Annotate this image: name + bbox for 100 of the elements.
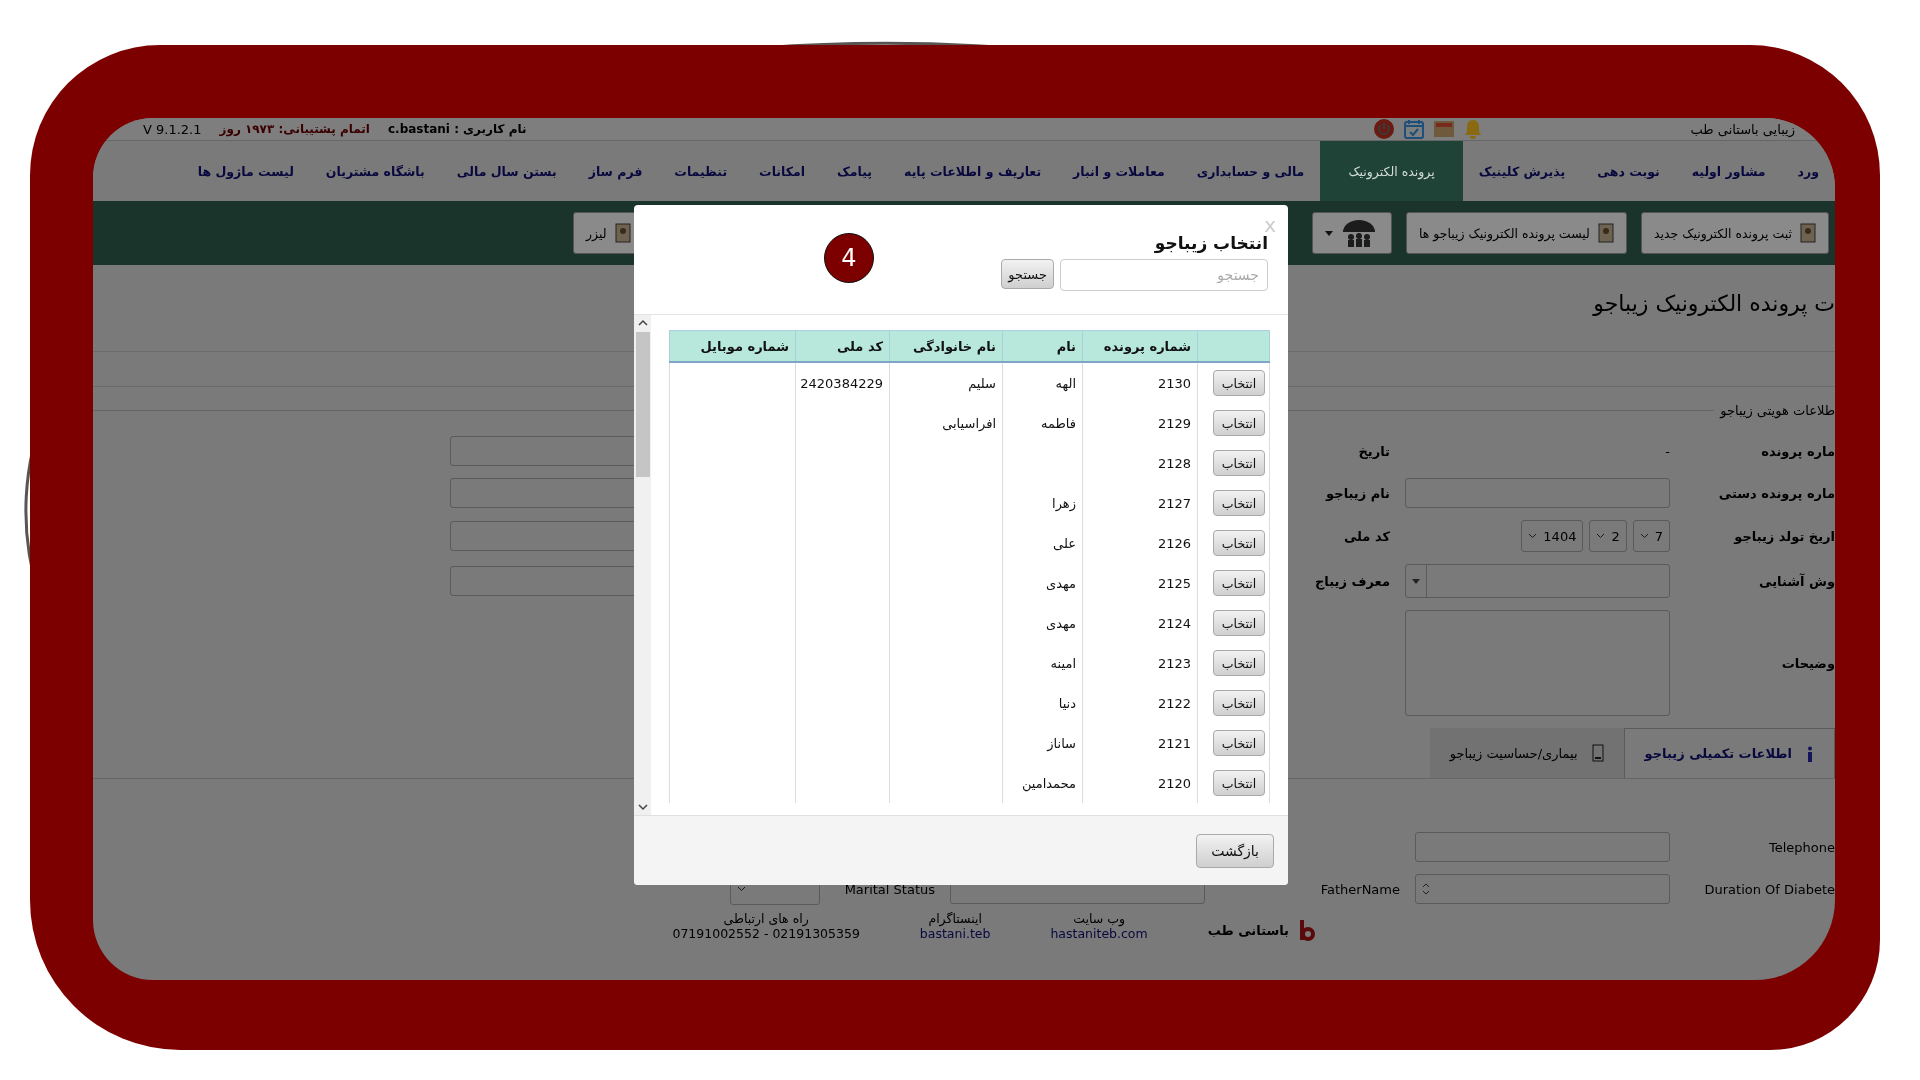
- chevron-down-icon: [1528, 533, 1538, 539]
- date-dropdown[interactable]: 7: [1632, 520, 1670, 552]
- phone-numbers: 07191002552 - 02191305359: [672, 926, 860, 941]
- nav-tab[interactable]: پذیرش کلینیک: [1462, 141, 1582, 201]
- date-dropdown[interactable]: 2: [1589, 520, 1627, 552]
- scroll-thumb[interactable]: [635, 332, 650, 477]
- table-cell: 2120: [1157, 775, 1191, 791]
- select-button[interactable]: انتخاب: [1213, 770, 1265, 796]
- footer-link[interactable]: hastaniteb.com: [1050, 926, 1148, 941]
- clinic-name: زیبایی باستانی طب: [1690, 121, 1795, 137]
- table-cell: امینه: [1050, 655, 1076, 671]
- column-header: نام خانوادگی: [889, 330, 1003, 362]
- footer-heading: راه های ارتباطی: [723, 911, 809, 926]
- toolbar-button[interactable]: لیست پرونده الکترونیک زیباجو ها: [1405, 212, 1627, 254]
- column-header: نام: [1002, 330, 1083, 362]
- brand-name: باستانی طب: [1207, 922, 1289, 938]
- calendar-check-icon[interactable]: [1402, 118, 1425, 140]
- table-cell: 2127: [1157, 495, 1191, 511]
- table-cell: 2126: [1157, 535, 1191, 551]
- select-button[interactable]: انتخاب: [1213, 690, 1265, 716]
- nav-tab[interactable]: معاملات و انبار: [1057, 141, 1181, 201]
- caret-icon: [1324, 230, 1333, 236]
- select-button[interactable]: انتخاب: [1213, 450, 1265, 476]
- section-tab[interactable]: بیماری/حساسیت زیباجو: [1429, 728, 1624, 778]
- version-label: V 9.1.2.1: [143, 121, 202, 137]
- step-badge: 4: [824, 233, 874, 283]
- input-field[interactable]: [1405, 478, 1670, 508]
- section-tab[interactable]: اطلاعات تکمیلی زیباجو: [1623, 728, 1835, 778]
- scrollbar[interactable]: [634, 315, 651, 815]
- username-label: نام کاربری : c.bastani: [387, 122, 527, 136]
- dropdown-field[interactable]: [1405, 564, 1670, 598]
- nav-tab[interactable]: امکانات: [743, 141, 821, 201]
- footer-heading: اینستاگرام: [928, 911, 982, 926]
- toolbar-button[interactable]: ثبت پرونده الکترونیک جدید: [1640, 212, 1829, 254]
- table-cell: افراسیابی: [942, 415, 996, 431]
- nav-tab[interactable]: لیست ماژول ها: [181, 141, 310, 201]
- toolbar-button-label: لیزر: [586, 225, 607, 241]
- input-field[interactable]: [1415, 832, 1670, 862]
- people-menu-button[interactable]: [1311, 212, 1392, 254]
- table-cell: فاطمه: [1041, 415, 1076, 431]
- nav-tab[interactable]: نوبت دهی: [1581, 141, 1676, 201]
- scroll-down-icon[interactable]: [637, 804, 648, 811]
- search-field[interactable]: جستجو: [1060, 259, 1268, 291]
- select-button[interactable]: انتخاب: [1213, 530, 1265, 556]
- portrait-document-icon: [1597, 223, 1614, 243]
- select-button[interactable]: انتخاب: [1213, 490, 1265, 516]
- back-button[interactable]: بازگشت: [1196, 833, 1274, 868]
- nav-tab[interactable]: مالی و حسابداری: [1180, 141, 1321, 201]
- nav-tab[interactable]: باشگاه مشتریان: [309, 141, 441, 201]
- select-button[interactable]: انتخاب: [1213, 370, 1265, 396]
- table-cell: 2124: [1157, 615, 1191, 631]
- field-label: اریخ تولد زیباجو: [1732, 528, 1835, 544]
- field-label: تاریخ: [1357, 443, 1390, 459]
- nav-tab[interactable]: فرم ساز: [572, 141, 659, 201]
- footer-link[interactable]: bastani.teb: [919, 926, 991, 941]
- table-cell: 2123: [1157, 655, 1191, 671]
- nav-tab[interactable]: ورد: [1781, 141, 1835, 201]
- nav-tab[interactable]: بستن سال مالی: [440, 141, 573, 201]
- field-label: نام زیباجو: [1324, 485, 1390, 501]
- nav-tab[interactable]: پرونده الکترونیک: [1320, 141, 1463, 201]
- table-cell: سلیم: [968, 375, 996, 391]
- table-cell: مهدی: [1046, 615, 1076, 631]
- select-button[interactable]: انتخاب: [1213, 570, 1265, 596]
- select-button[interactable]: انتخاب: [1213, 410, 1265, 436]
- power-icon[interactable]: [1372, 118, 1395, 140]
- column-header: کد ملی: [795, 330, 890, 362]
- table-cell: الهه: [1055, 375, 1076, 391]
- caret-icon: [1412, 578, 1420, 584]
- table-cell: زهرا: [1052, 495, 1076, 511]
- field-label: معرف زیباج: [1313, 573, 1390, 589]
- field-label: Marital Status: [843, 881, 935, 897]
- search-button[interactable]: جستجو: [1001, 259, 1054, 289]
- dialog-title: انتخاب زیباجو: [1153, 233, 1268, 253]
- notes-field[interactable]: [1405, 610, 1670, 716]
- chevron-down-icon: [1596, 533, 1606, 539]
- toolbar-button-label: ثبت پرونده الکترونیک جدید: [1653, 225, 1792, 241]
- select-button[interactable]: انتخاب: [1213, 610, 1265, 636]
- field-label: ماره پرونده: [1760, 443, 1835, 459]
- spinner-arrows-icon: [1422, 883, 1430, 895]
- info-icon: [1806, 745, 1814, 762]
- nav-tab[interactable]: تعاریف و اطلاعات پایه: [888, 141, 1058, 201]
- image-icon[interactable]: [1432, 119, 1455, 139]
- date-dropdown[interactable]: 1404: [1521, 520, 1584, 552]
- table-cell: 2130: [1157, 375, 1191, 391]
- nav-tab[interactable]: پیامک: [821, 141, 889, 201]
- nav-tab[interactable]: مشاور اولیه: [1675, 141, 1782, 201]
- field-label: Telephone: [1767, 839, 1835, 855]
- number-field[interactable]: [1415, 874, 1670, 904]
- scroll-up-icon[interactable]: [637, 319, 648, 326]
- bell-icon[interactable]: [1462, 118, 1483, 140]
- table-cell: محمدامین: [1021, 775, 1076, 791]
- field-label: وش آشنایی: [1758, 573, 1835, 589]
- table-cell: 2129: [1157, 415, 1191, 431]
- table-cell: دنیا: [1058, 695, 1076, 711]
- chevron-down-icon: [1639, 533, 1649, 539]
- table-cell: 2125: [1157, 575, 1191, 591]
- select-button[interactable]: انتخاب: [1213, 650, 1265, 676]
- field-label: Duration Of Diabete: [1703, 881, 1835, 897]
- select-button[interactable]: انتخاب: [1213, 730, 1265, 756]
- nav-tab[interactable]: تنظیمات: [658, 141, 744, 201]
